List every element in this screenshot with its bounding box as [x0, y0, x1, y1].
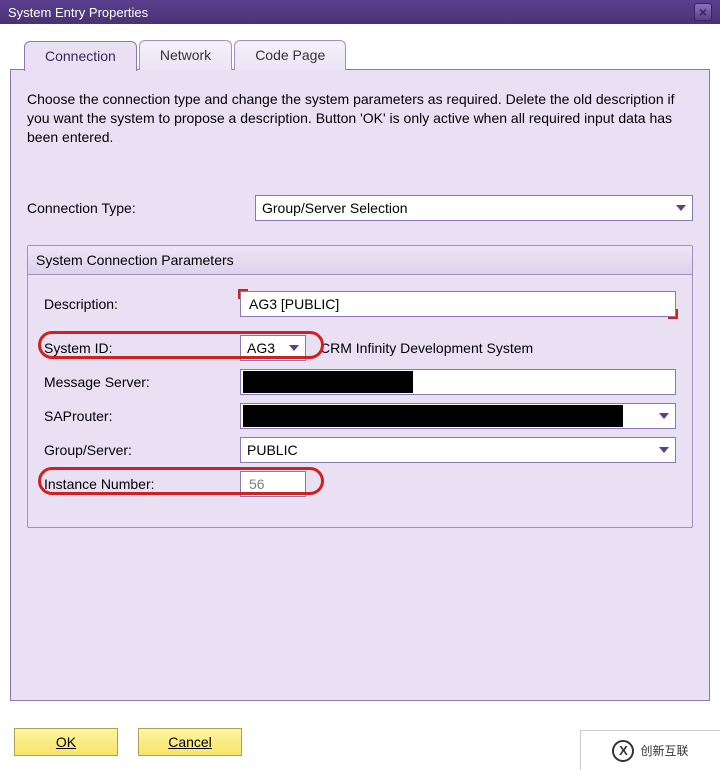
- watermark-icon: X: [612, 740, 634, 762]
- cancel-label: Cancel: [168, 734, 212, 750]
- highlight-bracket-icon: [668, 309, 678, 319]
- ok-label: OK: [56, 734, 76, 750]
- tab-panel-connection: Choose the connection type and change th…: [10, 69, 710, 701]
- close-button[interactable]: ×: [694, 3, 712, 21]
- title-bar: System Entry Properties ×: [0, 0, 720, 24]
- redacted-value: [243, 405, 623, 427]
- close-icon: ×: [699, 4, 707, 20]
- instance-number-field: [247, 475, 299, 493]
- description-field[interactable]: [247, 295, 669, 313]
- group-server-select[interactable]: PUBLIC: [240, 437, 676, 463]
- parameters-group-body: Description: System ID: AG3: [28, 275, 692, 527]
- connection-type-label: Connection Type:: [27, 200, 255, 216]
- tab-code-page[interactable]: Code Page: [234, 40, 346, 70]
- dropdown-icon: [659, 413, 669, 419]
- system-id-description: CRM Infinity Development System: [320, 340, 533, 356]
- connection-type-row: Connection Type: Group/Server Selection: [27, 195, 693, 221]
- ok-button[interactable]: OK: [14, 728, 118, 756]
- connection-type-select[interactable]: Group/Server Selection: [255, 195, 693, 221]
- tab-connection[interactable]: Connection: [24, 41, 137, 71]
- system-id-select[interactable]: AG3: [240, 335, 306, 361]
- parameters-group-title: System Connection Parameters: [28, 246, 692, 275]
- window-body: Connection Network Code Page Choose the …: [0, 40, 720, 701]
- highlight-bracket-icon: [238, 289, 248, 299]
- dropdown-icon: [289, 345, 299, 351]
- tab-network[interactable]: Network: [139, 40, 232, 70]
- button-bar: OK Cancel: [14, 728, 242, 756]
- system-id-value: AG3: [247, 340, 275, 356]
- group-server-value: PUBLIC: [247, 442, 298, 458]
- instance-number-label: Instance Number:: [44, 476, 240, 492]
- window-title: System Entry Properties: [8, 5, 148, 20]
- connection-type-value: Group/Server Selection: [262, 200, 408, 216]
- watermark-text: 创新互联: [640, 742, 688, 759]
- instance-number-input[interactable]: [240, 471, 306, 497]
- description-label: Description:: [44, 296, 240, 312]
- intro-text: Choose the connection type and change th…: [27, 90, 693, 147]
- description-input[interactable]: [240, 291, 676, 317]
- cancel-button[interactable]: Cancel: [138, 728, 242, 756]
- tab-row: Connection Network Code Page: [24, 40, 710, 70]
- system-id-label: System ID:: [44, 340, 240, 356]
- message-server-input[interactable]: [240, 369, 676, 395]
- saprouter-select[interactable]: [240, 403, 676, 429]
- group-server-label: Group/Server:: [44, 442, 240, 458]
- saprouter-label: SAProuter:: [44, 408, 240, 424]
- dropdown-icon: [676, 205, 686, 211]
- message-server-label: Message Server:: [44, 374, 240, 390]
- dropdown-icon: [659, 447, 669, 453]
- redacted-value: [243, 371, 413, 393]
- parameters-group: System Connection Parameters Description…: [27, 245, 693, 528]
- watermark: X 创新互联: [580, 730, 720, 770]
